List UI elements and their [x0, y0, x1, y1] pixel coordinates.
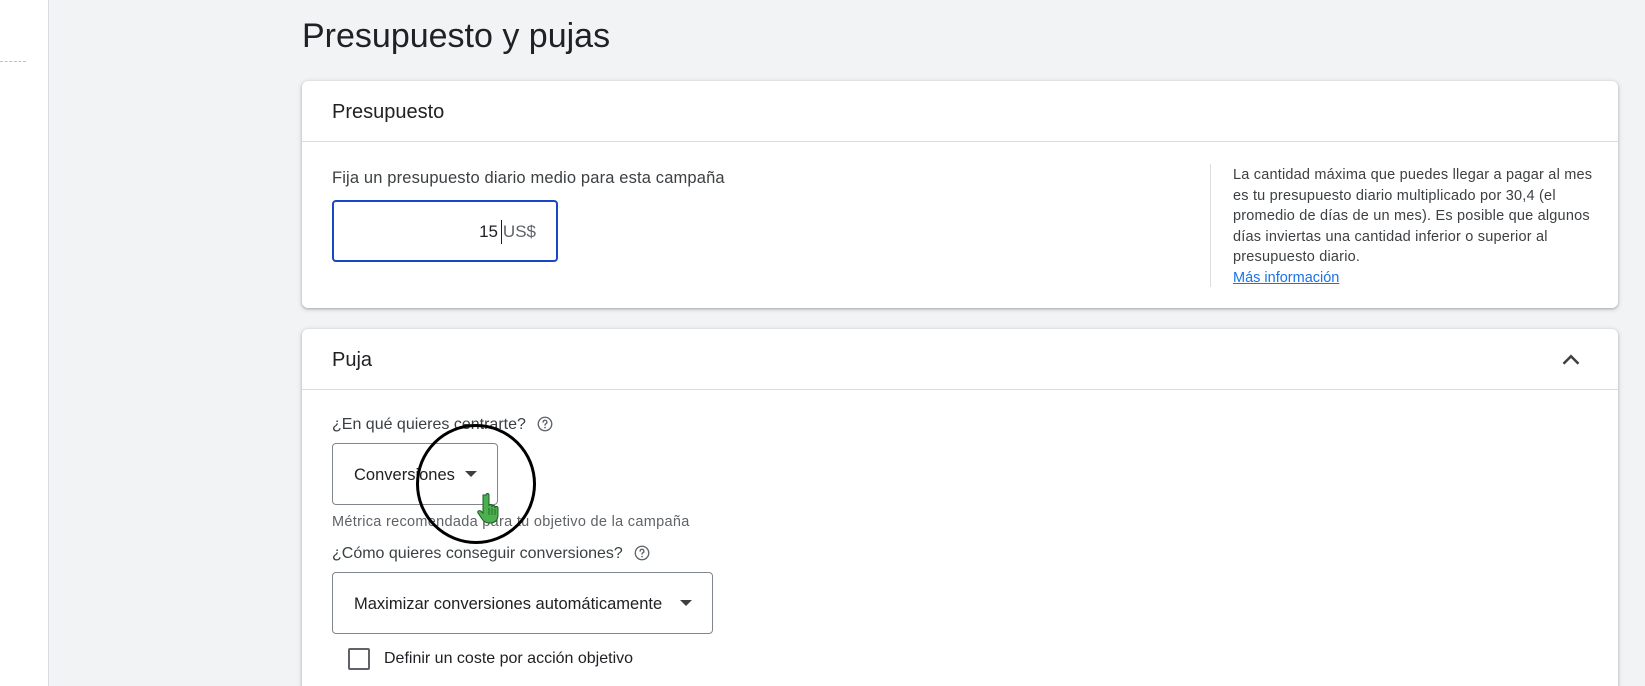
- bidding-strategy-value: Maximizar conversiones automáticamente: [354, 595, 663, 613]
- sidebar-divider: [0, 61, 26, 62]
- bid-card-header[interactable]: Puja: [302, 329, 1618, 390]
- focus-dropdown-value: Conversiones: [354, 466, 455, 484]
- bidding-strategy-dropdown[interactable]: Maximizar conversiones automáticamente: [332, 572, 713, 634]
- budget-card-header: Presupuesto: [302, 81, 1618, 142]
- more-info-link[interactable]: Más información: [1233, 268, 1339, 288]
- focus-dropdown[interactable]: Conversiones: [332, 443, 498, 505]
- budget-label: Fija un presupuesto diario medio para es…: [332, 169, 725, 187]
- budget-card: Presupuesto Fija un presupuesto diario m…: [302, 81, 1618, 308]
- daily-budget-input[interactable]: 15 US$: [332, 200, 558, 262]
- budget-card-title: Presupuesto: [332, 101, 445, 123]
- page-title: Presupuesto y pujas: [302, 17, 611, 55]
- bid-card-title: Puja: [332, 349, 373, 371]
- help-circle-icon[interactable]: [536, 415, 554, 433]
- caret-down-icon: [465, 471, 477, 477]
- focus-hint: Métrica recomendada para tu objetivo de …: [332, 514, 690, 530]
- target-cpa-checkbox[interactable]: [348, 648, 370, 670]
- currency-suffix: US$: [502, 222, 536, 241]
- how-question-label: ¿Cómo quieres conseguir conversiones?: [332, 545, 623, 562]
- help-divider: [1210, 164, 1211, 287]
- help-circle-icon[interactable]: [633, 544, 651, 562]
- focus-question: ¿En qué quieres centrarte?: [332, 415, 554, 435]
- chevron-up-icon[interactable]: [1556, 345, 1586, 375]
- text-caret: [501, 220, 502, 244]
- bid-card: Puja ¿En qué quieres centrarte? Conversi…: [302, 329, 1618, 686]
- budget-help-text: La cantidad máxima que puedes llegar a p…: [1233, 167, 1593, 265]
- focus-question-label: ¿En qué quieres centrarte?: [332, 416, 526, 433]
- how-question: ¿Cómo quieres conseguir conversiones?: [332, 544, 651, 564]
- target-cpa-label: Definir un coste por acción objetivo: [384, 650, 634, 667]
- left-sidebar: [0, 0, 49, 686]
- caret-down-icon: [680, 600, 692, 606]
- daily-budget-value: 15: [479, 222, 498, 241]
